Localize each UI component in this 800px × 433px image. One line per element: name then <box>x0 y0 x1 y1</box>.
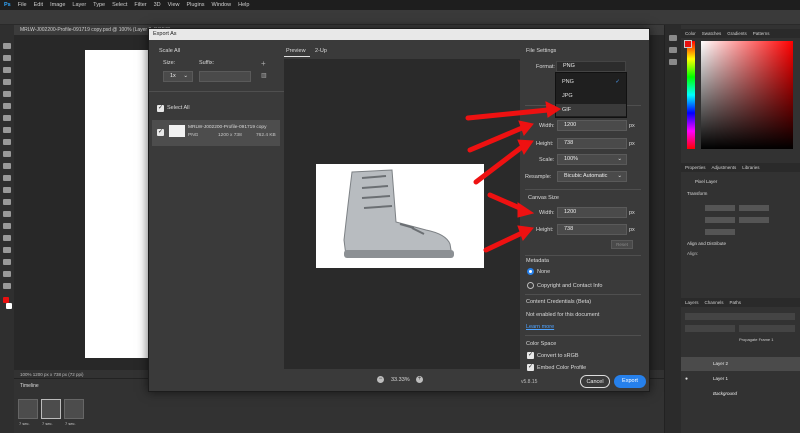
arrow-head-gif-icon <box>545 101 561 118</box>
arrow-to-canvas-width <box>487 192 525 212</box>
arrow-head-canvas-height-icon <box>517 225 534 241</box>
arrow-to-image-width <box>467 125 525 153</box>
arrow-to-image-height <box>473 144 525 185</box>
arrow-to-canvas-height <box>483 230 525 253</box>
arrow-to-gif-option <box>465 107 551 121</box>
arrow-head-width-icon <box>518 120 534 137</box>
annotation-arrows-overlay <box>465 101 561 253</box>
arrow-head-canvas-width-icon <box>517 202 535 218</box>
